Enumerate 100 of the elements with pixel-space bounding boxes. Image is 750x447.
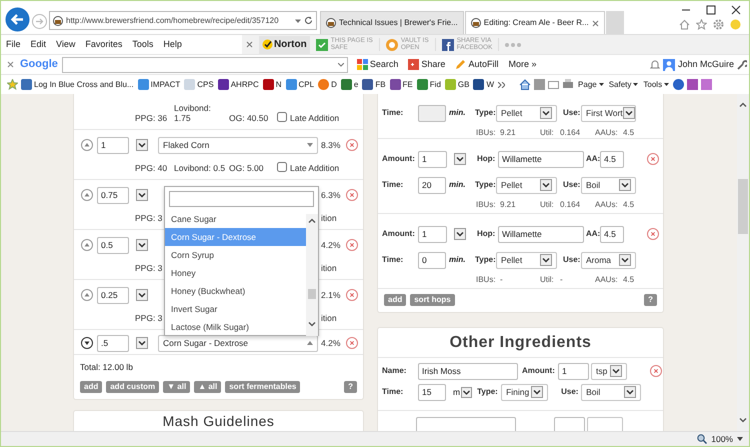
dropdown-button[interactable] — [136, 289, 148, 301]
hop-field[interactable]: Willamette — [498, 226, 584, 242]
unit-select[interactable]: tsp — [591, 362, 627, 380]
aa-field[interactable]: 4.5 — [600, 226, 624, 242]
menu-item[interactable]: View — [51, 39, 80, 50]
remove-icon[interactable] — [346, 239, 358, 251]
favorite-link[interactable]: e — [340, 79, 360, 90]
browser-tab[interactable]: Technical Issues | Brewer's Frie... — [320, 11, 464, 34]
name-field[interactable] — [416, 417, 516, 431]
address-bar[interactable]: http://www.brewersfriend.com/homebrew/recipe/edit/357120 — [49, 11, 317, 30]
dropdown-button[interactable] — [136, 337, 148, 349]
amount-field[interactable]: 0.75 — [97, 186, 129, 204]
dropdown-option[interactable]: Invert Sugar — [165, 300, 308, 318]
amount-field[interactable] — [554, 417, 585, 431]
vault-icon[interactable] — [386, 38, 398, 50]
scroll-up-icon[interactable] — [739, 102, 747, 107]
fermentable-select[interactable]: Flaked Corn — [158, 136, 318, 154]
remove-icon[interactable] — [346, 139, 358, 151]
favorite-link[interactable]: FB — [362, 79, 387, 90]
dropdown-option[interactable]: Honey (Buckwheat) — [165, 282, 308, 300]
scrollbar-thumb[interactable] — [738, 179, 748, 234]
favorite-link[interactable]: GB — [444, 79, 470, 90]
move-down-icon[interactable] — [81, 337, 93, 349]
dropdown-button[interactable] — [136, 189, 148, 201]
favorite-link[interactable]: FE — [390, 79, 414, 90]
amount-field[interactable]: 1 — [418, 226, 447, 242]
favorite-link[interactable]: CPL — [286, 79, 316, 90]
dropdown-option[interactable]: Lactose (Milk Sugar) — [165, 318, 308, 336]
wrench-icon[interactable] — [737, 60, 747, 70]
remove-icon[interactable] — [647, 228, 659, 240]
scrollbar-thumb[interactable] — [308, 289, 316, 299]
dropdown-search-field[interactable] — [169, 191, 314, 207]
select-field[interactable] — [587, 417, 623, 431]
close-icon[interactable] — [731, 5, 741, 15]
select-field[interactable]: Pellet — [496, 176, 557, 194]
select-field[interactable]: Aroma — [581, 252, 636, 268]
facebook-icon[interactable] — [442, 38, 454, 50]
search-field[interactable] — [62, 56, 348, 72]
toolbar-button[interactable]: Search — [354, 59, 402, 70]
scroll-up-icon[interactable] — [308, 218, 316, 223]
menu-item[interactable]: Favorites — [80, 39, 128, 50]
printer-icon[interactable] — [562, 79, 574, 90]
dropdown-option[interactable]: Corn Syrup — [165, 246, 308, 264]
home-icon[interactable] — [679, 19, 690, 30]
caret-icon[interactable] — [737, 437, 743, 441]
mail-icon[interactable] — [548, 80, 560, 88]
forward-icon[interactable] — [32, 14, 47, 29]
browser-tab[interactable]: Editing: Cream Ale - Beer R... — [464, 11, 605, 34]
dropdown-button[interactable] — [136, 139, 148, 151]
move-up-icon[interactable] — [81, 139, 93, 151]
select-field[interactable]: First Wort — [581, 104, 636, 122]
move-up-icon[interactable] — [81, 289, 93, 301]
scrollbar[interactable] — [737, 94, 749, 431]
dropdown-icon[interactable] — [295, 18, 301, 24]
check-icon[interactable] — [316, 38, 328, 50]
dropdown-button[interactable] — [454, 228, 466, 240]
favorite-link[interactable]: Fid — [416, 79, 442, 90]
toolbar-button[interactable]: Share — [405, 59, 448, 70]
toolbar-button[interactable]: AutoFill — [452, 59, 502, 70]
hop-field[interactable]: Willamette — [498, 150, 584, 168]
menu-item[interactable]: Tools — [127, 39, 158, 50]
time-field[interactable]: 20 — [418, 176, 446, 194]
user-name[interactable]: John McGuire — [678, 59, 734, 70]
select-field[interactable]: Pellet — [496, 252, 557, 268]
dropdown-option[interactable]: Honey — [165, 264, 308, 282]
scroll-down-icon[interactable] — [308, 322, 316, 327]
amount-field[interactable]: .5 — [97, 334, 129, 352]
move-up-icon[interactable] — [81, 189, 93, 201]
favorite-link[interactable]: Log In Blue Cross and Blu... — [21, 79, 135, 90]
scroll-down-icon[interactable] — [739, 418, 747, 423]
star-icon[interactable] — [696, 19, 707, 30]
amount-field[interactable]: 1 — [558, 362, 589, 380]
move-up-icon[interactable] — [81, 239, 93, 251]
dropdown-button[interactable] — [454, 153, 466, 165]
chevron-right-icon[interactable] — [498, 82, 506, 88]
toolbar-button[interactable]: More » — [505, 59, 540, 70]
late-addition-checkbox[interactable] — [277, 162, 287, 172]
avatar-icon[interactable] — [662, 58, 675, 70]
favorite-link[interactable]: W — [473, 79, 496, 90]
favorite-link[interactable]: D — [318, 79, 338, 90]
menu-item[interactable]: Help — [158, 39, 187, 50]
amount-field[interactable]: 0.5 — [97, 236, 129, 254]
name-field[interactable]: Irish Moss — [418, 362, 518, 380]
select-field[interactable]: Fining — [501, 384, 548, 400]
aa-field[interactable]: 4.5 — [600, 150, 624, 168]
command-menu[interactable]: Page — [577, 80, 605, 90]
menu-item[interactable]: File — [1, 39, 26, 50]
refresh-icon[interactable] — [304, 16, 313, 25]
select-field[interactable]: Pellet — [496, 104, 557, 122]
favorite-link[interactable]: N — [262, 79, 283, 90]
late-addition-checkbox[interactable] — [277, 112, 287, 122]
command-menu[interactable]: Tools — [642, 80, 670, 90]
remove-icon[interactable] — [346, 337, 358, 349]
time-field[interactable]: 15 — [418, 384, 446, 400]
remove-icon[interactable] — [346, 189, 358, 201]
favorite-link[interactable]: IMPACT — [138, 79, 182, 90]
command-menu[interactable]: Safety — [608, 80, 640, 90]
dropdown-option[interactable]: Cane Sugar — [165, 210, 308, 228]
favorites-star-icon[interactable] — [7, 79, 18, 90]
amount-field[interactable]: 1 — [97, 136, 129, 154]
